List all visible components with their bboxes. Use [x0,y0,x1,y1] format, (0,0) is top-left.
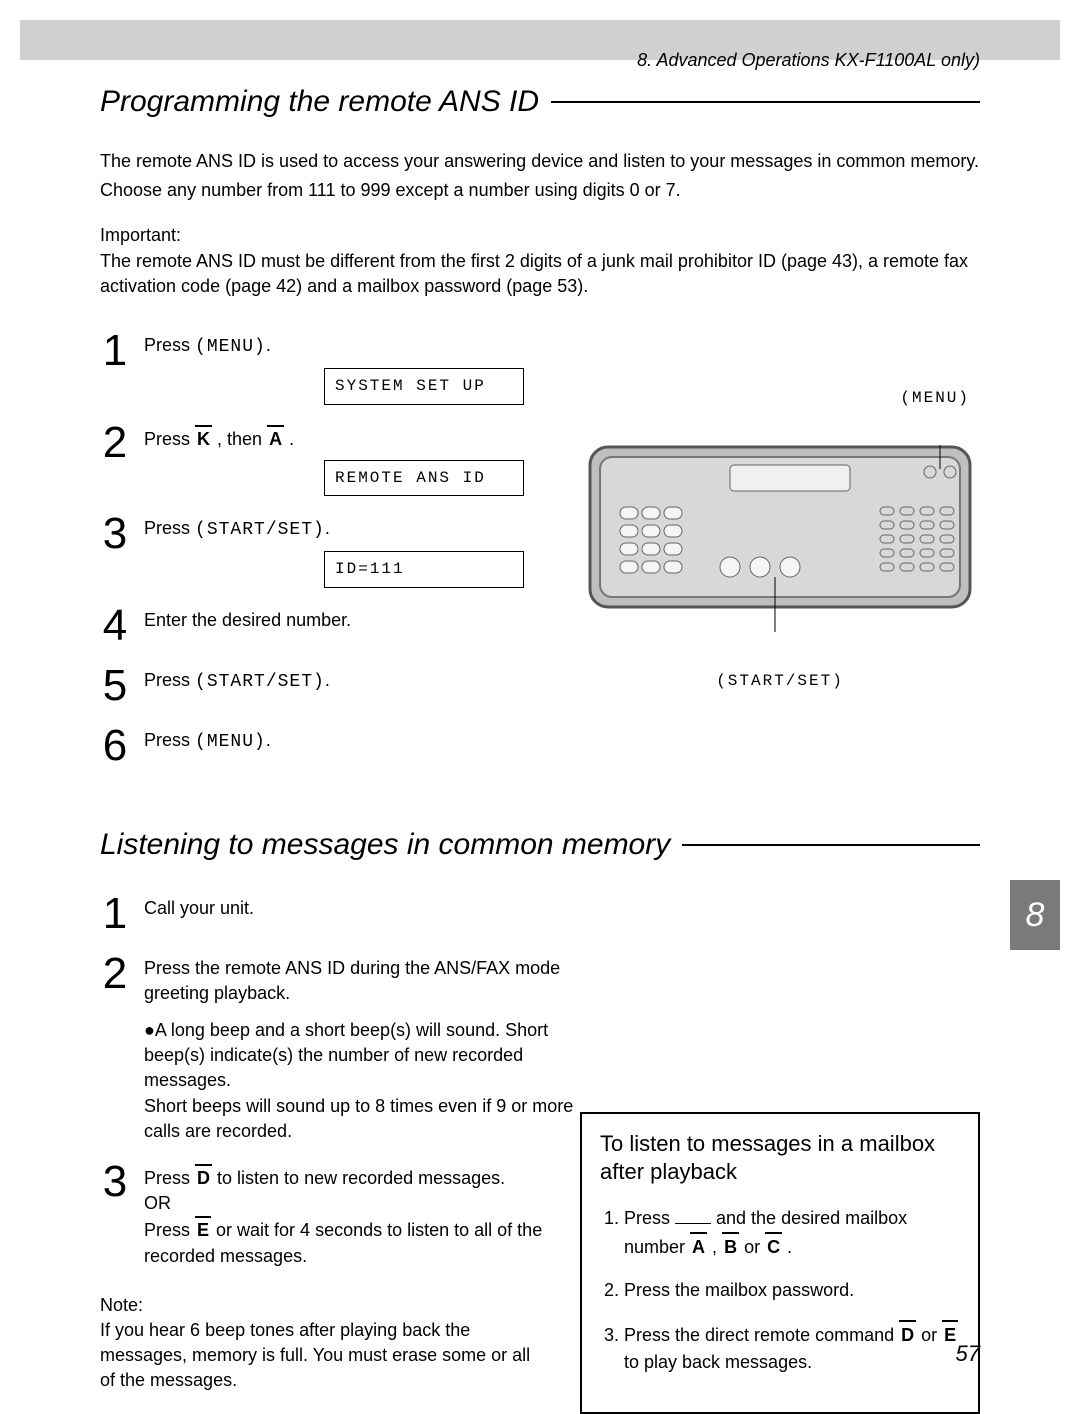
step-num: 1 [100,892,130,936]
step-num: 2 [100,952,130,996]
note-block: Note: If you hear 6 beep tones after pla… [100,1293,540,1394]
fax-machine-icon [580,407,980,667]
display-id: ID=111 [324,551,524,587]
side-box-item-3: Press the direct remote command D or E t… [624,1320,960,1376]
device-illustration: (MENU) [580,389,980,649]
step-body: Enter the desired number. [144,604,351,633]
section-a-steps: (MENU) [100,329,980,768]
title-rule [682,844,980,846]
side-box-item-2: Press the mailbox password. [624,1277,960,1304]
step-body: Press D to listen to new recorded messag… [144,1160,574,1269]
section-b: Listening to messages in common memory 1… [100,828,980,1394]
label-start-set: (START/SET) [580,672,980,690]
section-b-body: 1 Call your unit. 2 Press the remote ANS… [100,892,980,1394]
important-text: The remote ANS ID must be different from… [100,249,980,299]
step-num: 3 [100,1160,130,1204]
step-num: 3 [100,512,130,556]
step-num: 6 [100,724,130,768]
blank-underline [675,1223,711,1224]
side-box-title: To listen to messages in a mailbox after… [600,1130,960,1187]
step-num: 5 [100,664,130,708]
side-box-item-1: Press and the desired mailbox number A ,… [624,1205,960,1261]
step-body: Press (MENU). SYSTEM SET UP [144,329,504,405]
step-body: Press K , then A . REMOTE ANS ID [144,421,504,497]
note-label: Note: [100,1293,540,1318]
step-num: 2 [100,421,130,465]
display-remote-ans-id: REMOTE ANS ID [324,460,524,496]
step-a-6: 6 Press (MENU). [100,724,980,768]
step-body: Press the remote ANS ID during the ANS/F… [144,952,574,1144]
page-content: Programming the remote ANS ID The remote… [100,85,980,1393]
step-b-1: 1 Call your unit. [100,892,980,936]
display-system-setup: SYSTEM SET UP [324,368,524,404]
note-text: If you hear 6 beep tones after playing b… [100,1318,540,1394]
side-box-list: Press and the desired mailbox number A ,… [600,1205,960,1376]
important-block: Important: The remote ANS ID must be dif… [100,223,980,299]
intro-line-1: The remote ANS ID is used to access your… [100,149,980,174]
chapter-tab: 8 [1010,880,1060,950]
step-body: Press (START/SET). ID=111 [144,512,504,588]
bullet-2: Short beeps will sound up to 8 times eve… [144,1094,574,1144]
step-num: 4 [100,604,130,648]
section-a-title-row: Programming the remote ANS ID [100,85,980,119]
bullet-1: ●A long beep and a short beep(s) will so… [144,1018,574,1094]
step-body: Press (START/SET). [144,664,330,695]
section-a-title: Programming the remote ANS ID [100,85,539,119]
intro-line-2: Choose any number from 111 to 999 except… [100,178,980,203]
title-rule [551,101,980,103]
section-a-intro: The remote ANS ID is used to access your… [100,149,980,203]
label-menu: (MENU) [580,389,980,407]
step-body: Press (MENU). [144,724,271,755]
section-b-title-row: Listening to messages in common memory [100,828,980,862]
step-body: Call your unit. [144,892,254,921]
section-b-title: Listening to messages in common memory [100,828,670,862]
page-number: 57 [956,1341,980,1367]
important-label: Important: [100,223,980,248]
chapter-header: 8. Advanced Operations KX-F1100AL only) [637,50,980,71]
bullet-block: ●A long beep and a short beep(s) will so… [144,1018,574,1144]
step-num: 1 [100,329,130,373]
mailbox-side-box: To listen to messages in a mailbox after… [580,1112,980,1414]
